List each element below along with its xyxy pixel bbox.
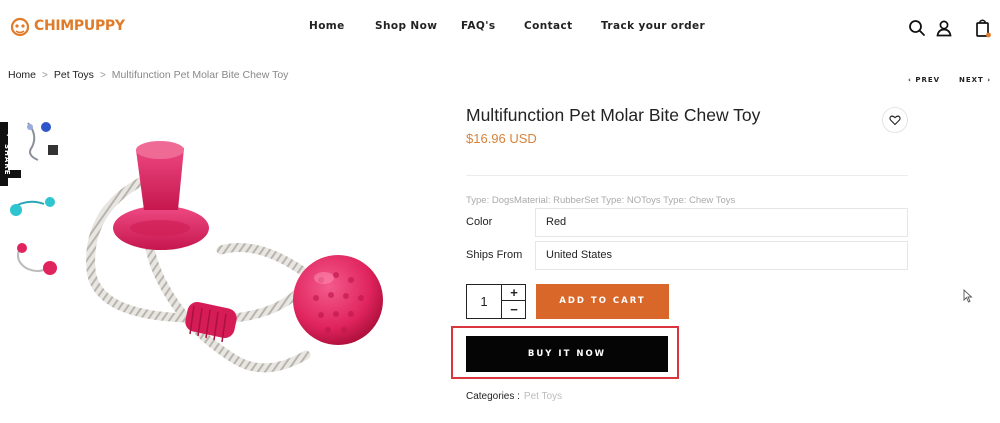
quantity-buttons: + −	[501, 285, 526, 318]
product-categories: Categories : Pet Toys	[466, 391, 562, 402]
breadcrumb-separator: >	[99, 69, 106, 81]
quantity-stepper: 1 + −	[466, 284, 526, 319]
color-label: Color	[466, 216, 493, 228]
color-select[interactable]: Red	[535, 208, 908, 237]
quantity-decrease-button[interactable]: −	[502, 302, 526, 318]
nav-track-order[interactable]: Track your order	[601, 20, 705, 32]
divider	[466, 175, 908, 176]
categories-label: Categories :	[466, 391, 520, 402]
nav-shop-now[interactable]: Shop Now	[375, 20, 437, 32]
product-thumbnail[interactable]	[8, 234, 60, 289]
search-icon[interactable]	[907, 18, 927, 38]
breadcrumb-home[interactable]: Home	[8, 69, 36, 81]
thumbnail-image	[8, 115, 60, 170]
product-type-details: Type: DogsMaterial: RubberSet Type: NOTo…	[466, 195, 736, 206]
prev-link[interactable]: ‹ PREV	[908, 76, 940, 84]
mouse-cursor-icon	[963, 289, 973, 303]
product-price: $16.96 USD	[466, 131, 537, 146]
heart-icon	[889, 115, 901, 126]
cart-icon[interactable]	[973, 18, 993, 38]
ships-from-select[interactable]: United States	[535, 241, 908, 270]
nav-contact[interactable]: Contact	[524, 20, 573, 32]
breadcrumb: Home > Pet Toys > Multifunction Pet Mola…	[8, 69, 288, 81]
breadcrumb-category[interactable]: Pet Toys	[54, 69, 94, 81]
buy-it-now-button[interactable]: BUY IT NOW	[466, 336, 668, 372]
thumbnail-image	[8, 234, 60, 289]
product-main-image	[86, 141, 383, 373]
main-nav: Home Shop Now FAQ's Contact Track your o…	[0, 20, 1000, 36]
breadcrumb-separator: >	[42, 69, 48, 81]
breadcrumb-current: Multifunction Pet Molar Bite Chew Toy	[111, 69, 289, 81]
product-title: Multifunction Pet Molar Bite Chew Toy	[466, 105, 761, 125]
nav-faqs[interactable]: FAQ's	[461, 20, 495, 32]
prev-label: PREV	[915, 76, 941, 84]
product-thumbnail[interactable]	[8, 178, 60, 233]
quantity-increase-button[interactable]: +	[502, 285, 526, 301]
quantity-input[interactable]: 1	[467, 285, 501, 318]
product-thumbnail[interactable]	[8, 115, 60, 170]
thumbnail-image	[8, 178, 60, 233]
next-link[interactable]: NEXT ›	[959, 76, 991, 84]
chevron-right-icon: ›	[983, 76, 992, 84]
category-link[interactable]: Pet Toys	[524, 391, 562, 402]
next-label: NEXT	[959, 76, 984, 84]
user-icon[interactable]	[934, 18, 954, 38]
ships-from-label: Ships From	[466, 249, 523, 261]
wishlist-button[interactable]	[882, 107, 908, 133]
site-header: CHIMPUPPY Home Shop Now FAQ's Contact Tr…	[0, 0, 1000, 55]
nav-home[interactable]: Home	[309, 20, 345, 32]
add-to-cart-button[interactable]: ADD TO CART	[536, 284, 669, 319]
